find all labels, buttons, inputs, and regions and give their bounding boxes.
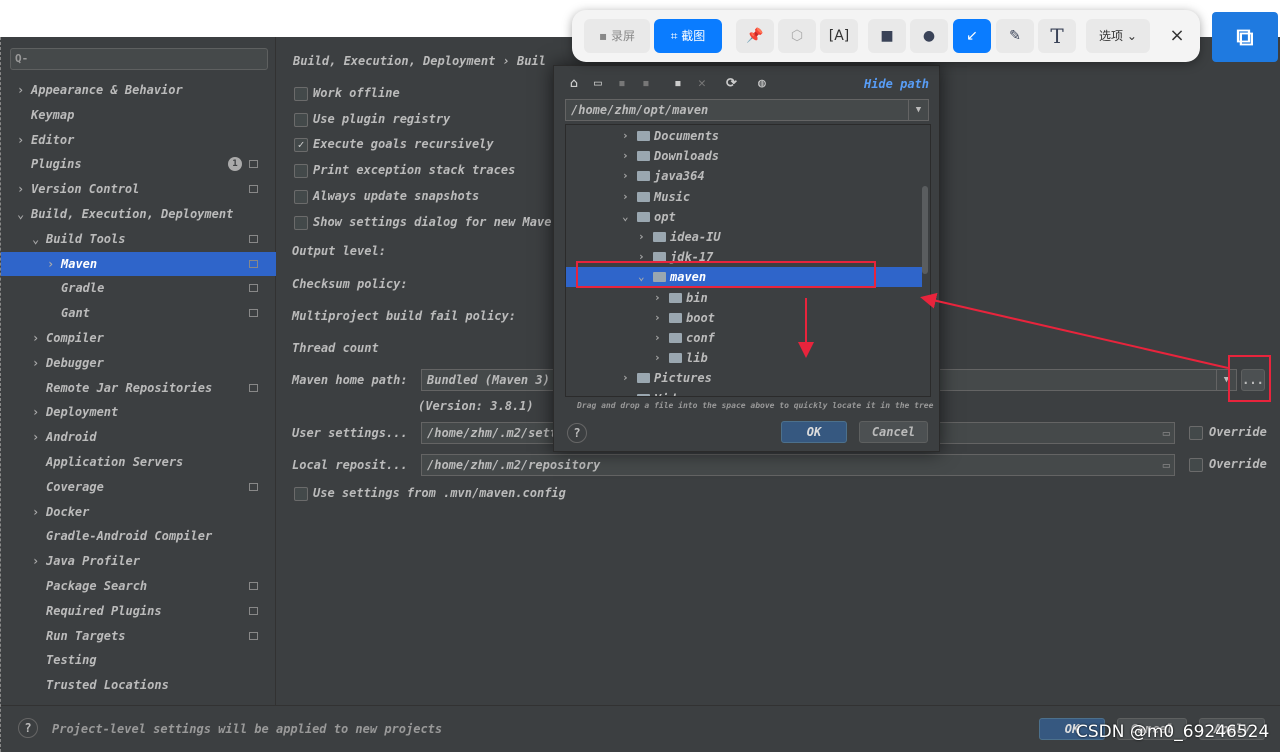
watermark: CSDN @m0_69246524	[1076, 722, 1270, 742]
annotation-arrows	[798, 292, 1229, 369]
arrow-to-tree	[920, 292, 1229, 369]
